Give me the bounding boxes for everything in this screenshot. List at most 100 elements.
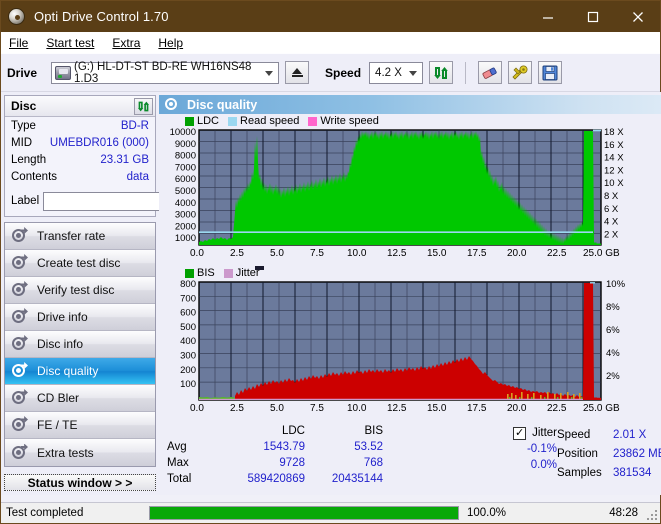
xtick: 10.0 — [347, 403, 367, 414]
sidebar-item-transfer-rate[interactable]: Transfer rate — [5, 223, 155, 250]
svg-text:3000: 3000 — [175, 210, 196, 221]
sidebar-item-fe-te[interactable]: FE / TE — [5, 412, 155, 439]
tools-button[interactable] — [508, 61, 533, 84]
stats-row-avg: Avg 1543.79 53.52 — [167, 441, 429, 457]
stats-row-total: Total 589420869 20435144 — [167, 473, 429, 489]
sidebar-item-verify-test-disc[interactable]: Verify test disc — [5, 277, 155, 304]
disc-quality-header: Disc quality — [159, 95, 661, 114]
svg-text:600: 600 — [180, 308, 196, 319]
xtick: 25.0 GB — [583, 248, 620, 259]
minimize-icon[interactable] — [525, 1, 570, 32]
jitter-label: Jitter — [532, 427, 557, 439]
erase-button[interactable] — [478, 61, 503, 84]
ldc-chart[interactable]: 10000 9000 8000 7000 6000 5000 4000 3000… — [159, 128, 661, 264]
chevron-down-icon — [409, 70, 418, 76]
sidebar-item-disc-info[interactable]: Disc info — [5, 331, 155, 358]
svg-text:8%: 8% — [606, 302, 620, 313]
jitter-max-value: 0.0% — [530, 459, 557, 471]
drive-label: Drive — [7, 65, 38, 80]
status-window-button[interactable]: Status window > > — [4, 474, 156, 491]
sidebar-item-label: Disc quality — [37, 364, 99, 378]
disc-refresh-button[interactable] — [134, 97, 153, 115]
tools-icon — [512, 65, 528, 80]
svg-text:400: 400 — [180, 336, 196, 347]
readout-speed-key: Speed — [557, 428, 591, 441]
page-title: Disc quality — [187, 97, 258, 112]
ldc-y-axis-labels: 10000 9000 8000 7000 6000 5000 4000 3000… — [170, 128, 196, 244]
jitter-column: ✓ Jitter -0.1% 0.0% — [429, 425, 557, 494]
sidebar-item-cd-bler[interactable]: CD Bler — [5, 385, 155, 412]
speed-select[interactable]: 4.2 X — [369, 61, 424, 84]
readout-position-value: 23862 MB — [613, 447, 661, 460]
legend-label-ldc: LDC — [197, 115, 220, 127]
stats-row-label: Total — [167, 473, 192, 485]
legend-swatch-read-speed — [228, 116, 238, 126]
close-icon[interactable] — [615, 1, 660, 32]
svg-text:9000: 9000 — [175, 139, 196, 150]
xtick: 10.0 — [347, 248, 367, 259]
disc-test-icon — [11, 416, 28, 433]
jitter-max-row: 0.0% — [429, 457, 557, 473]
bis-chart[interactable]: 800 700 600 500 400 300 200 100 10% 8% 6… — [159, 280, 661, 420]
jitter-avg-value: -0.1% — [526, 443, 557, 455]
save-icon — [542, 65, 558, 80]
stats-avg-bis: 53.52 — [354, 441, 383, 453]
menu-file[interactable]: File — [9, 36, 28, 50]
menu-start-test[interactable]: Start test — [46, 36, 94, 50]
ldc-chart-legend: LDC Read speed Write speed — [159, 114, 661, 128]
drive-toolbar: Drive (G:) HL-DT-ST BD-RE WH16NS48 1.D3 … — [1, 54, 660, 92]
disc-test-icon — [11, 227, 28, 244]
progress-bar — [149, 506, 459, 520]
ldc-y2-axis-labels: 18 X 16 X 14 X 12 X 10 X 8 X 6 X 4 X 2 X — [604, 128, 624, 240]
svg-text:7000: 7000 — [175, 162, 196, 173]
stats-total-bis: 20435144 — [331, 473, 383, 485]
ldc-x-axis-labels: 0.0 2.5 5.0 7.5 10.0 12.5 15.0 17.5 20.0… — [159, 248, 656, 262]
drive-select-value: (G:) HL-DT-ST BD-RE WH16NS48 1.D3 — [74, 60, 252, 85]
sidebar-item-disc-quality[interactable]: Disc quality — [5, 358, 155, 385]
xtick: 7.5 — [310, 403, 324, 414]
svg-text:2000: 2000 — [175, 221, 196, 232]
xtick: 15.0 — [427, 248, 447, 259]
disc-test-icon — [11, 443, 28, 461]
sidebar-item-create-test-disc[interactable]: Create test disc — [5, 250, 155, 277]
legend-swatch-write-speed — [308, 116, 318, 126]
sidebar-item-label: CD Bler — [37, 391, 80, 405]
sidebar-item-label: FE / TE — [37, 418, 78, 432]
save-button[interactable] — [538, 61, 563, 84]
stats-row-max: Max 9728 768 — [167, 457, 429, 473]
svg-text:100: 100 — [180, 379, 196, 390]
menu-help[interactable]: Help — [158, 36, 183, 50]
maximize-icon[interactable] — [570, 1, 615, 32]
eraser-icon — [482, 67, 497, 79]
svg-text:6 X: 6 X — [604, 204, 619, 215]
svg-text:10000: 10000 — [170, 128, 196, 138]
bis-y-axis-labels: 800 700 600 500 400 300 200 100 — [180, 280, 196, 390]
disc-row-contents-value: data — [126, 171, 149, 183]
eject-button[interactable] — [285, 61, 310, 84]
jitter-checkbox[interactable]: ✓ — [513, 426, 527, 440]
sidebar-nav: Transfer rate Create test disc Verify te… — [4, 222, 156, 467]
menu-extra[interactable]: Extra — [112, 36, 140, 50]
bis-x-axis-labels: 0.0 2.5 5.0 7.5 10.0 12.5 15.0 17.5 20.0… — [159, 403, 656, 417]
sidebar-item-drive-info[interactable]: Drive info — [5, 304, 155, 331]
svg-text:2 X: 2 X — [604, 229, 619, 240]
xtick: 2.5 — [230, 403, 244, 414]
xtick: 7.5 — [310, 248, 324, 259]
readout-position-row: Position 23862 MB — [557, 444, 661, 463]
stats-col-bis: BIS — [364, 425, 383, 437]
svg-text:16 X: 16 X — [604, 140, 624, 151]
resize-grip-icon[interactable] — [647, 510, 657, 520]
drive-select[interactable]: (G:) HL-DT-ST BD-RE WH16NS48 1.D3 — [51, 60, 280, 85]
xtick: 0.0 — [190, 403, 204, 414]
disc-row-mid-key: MID — [11, 137, 33, 149]
sidebar-item-extra-tests[interactable]: Extra tests — [5, 439, 155, 466]
svg-text:800: 800 — [180, 280, 196, 290]
legend-swatch-jitter — [223, 268, 233, 278]
disc-test-icon — [11, 335, 28, 352]
refresh-button[interactable] — [429, 61, 454, 84]
svg-text:700: 700 — [180, 293, 196, 304]
readout-samples-row: Samples 381534 — [557, 463, 661, 482]
xtick: 22.5 — [547, 403, 567, 414]
menu-extra-label: Extra — [112, 35, 141, 50]
disc-label-key: Label — [11, 195, 40, 207]
